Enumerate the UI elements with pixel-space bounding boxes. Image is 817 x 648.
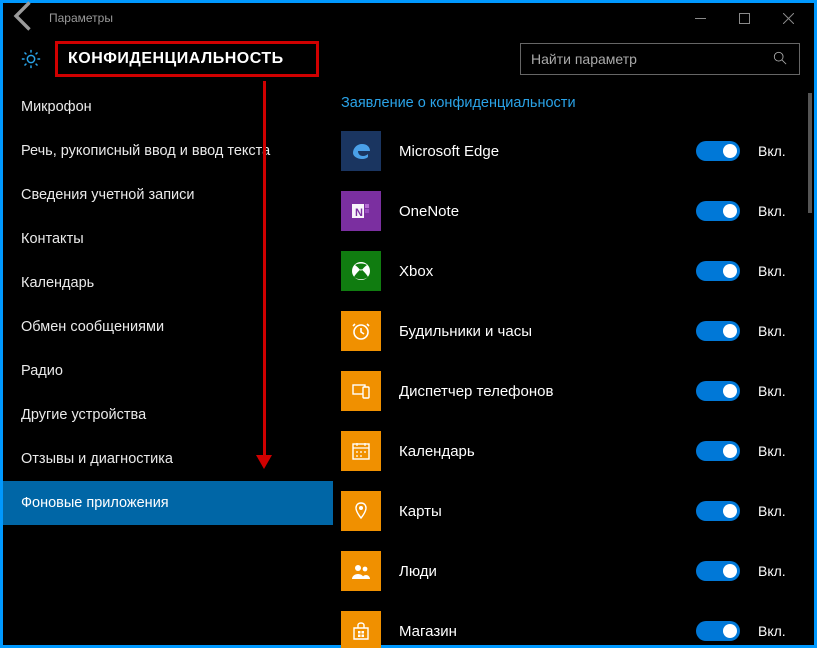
toggle-label: Вкл. xyxy=(758,503,798,519)
sidebar-item-label: Обмен сообщениями xyxy=(21,319,164,335)
sidebar-item-label: Сведения учетной записи xyxy=(21,187,195,203)
sidebar-item-radio[interactable]: Радио xyxy=(3,349,333,393)
toggle-switch[interactable] xyxy=(696,321,740,341)
app-name: Microsoft Edge xyxy=(399,143,678,160)
toggle-label: Вкл. xyxy=(758,563,798,579)
search-placeholder: Найти параметр xyxy=(531,51,773,67)
toggle-label: Вкл. xyxy=(758,203,798,219)
sidebar: Микрофон Речь, рукописный ввод и ввод те… xyxy=(3,85,333,645)
close-button[interactable] xyxy=(766,3,810,33)
sidebar-item-feedback[interactable]: Отзывы и диагностика xyxy=(3,437,333,481)
sidebar-item-account-info[interactable]: Сведения учетной записи xyxy=(3,173,333,217)
gear-icon xyxy=(17,45,45,73)
xbox-icon xyxy=(341,251,381,291)
sidebar-item-label: Отзывы и диагностика xyxy=(21,451,173,467)
edge-icon xyxy=(341,131,381,171)
toggle-switch[interactable] xyxy=(696,381,740,401)
app-row-xbox: Xbox Вкл. xyxy=(333,241,814,301)
scrollbar[interactable] xyxy=(808,93,812,213)
sidebar-item-calendar[interactable]: Календарь xyxy=(3,261,333,305)
sidebar-item-label: Микрофон xyxy=(21,99,92,115)
sidebar-item-label: Календарь xyxy=(21,275,94,291)
app-row-people: Люди Вкл. xyxy=(333,541,814,601)
body: Микрофон Речь, рукописный ввод и ввод те… xyxy=(3,85,814,645)
calendar-icon xyxy=(341,431,381,471)
search-icon xyxy=(773,51,789,68)
app-name: Диспетчер телефонов xyxy=(399,383,678,400)
sidebar-item-messaging[interactable]: Обмен сообщениями xyxy=(3,305,333,349)
toggle-switch[interactable] xyxy=(696,501,740,521)
app-name: Люди xyxy=(399,563,678,580)
toggle-switch[interactable] xyxy=(696,621,740,641)
sidebar-item-label: Другие устройства xyxy=(21,407,146,423)
toggle-label: Вкл. xyxy=(758,263,798,279)
app-name: Календарь xyxy=(399,443,678,460)
sidebar-item-microphone[interactable]: Микрофон xyxy=(3,85,333,129)
sidebar-item-label: Контакты xyxy=(21,231,84,247)
app-row-edge: Microsoft Edge Вкл. xyxy=(333,121,814,181)
toggle-switch[interactable] xyxy=(696,201,740,221)
app-row-calendar: Календарь Вкл. xyxy=(333,421,814,481)
toggle-label: Вкл. xyxy=(758,443,798,459)
sidebar-item-speech[interactable]: Речь, рукописный ввод и ввод текста xyxy=(3,129,333,173)
maps-icon xyxy=(341,491,381,531)
app-row-alarms: Будильники и часы Вкл. xyxy=(333,301,814,361)
titlebar: Параметры xyxy=(3,3,814,33)
toggle-label: Вкл. xyxy=(758,143,798,159)
alarms-icon xyxy=(341,311,381,351)
page-title: КОНФИДЕНЦИАЛЬНОСТЬ xyxy=(55,41,319,77)
sidebar-item-background-apps[interactable]: Фоновые приложения xyxy=(3,481,333,525)
app-name: OneNote xyxy=(399,203,678,220)
sidebar-item-other-devices[interactable]: Другие устройства xyxy=(3,393,333,437)
app-row-store: Магазин Вкл. xyxy=(333,601,814,648)
sidebar-item-contacts[interactable]: Контакты xyxy=(3,217,333,261)
onenote-icon: N xyxy=(341,191,381,231)
app-row-phone-companion: Диспетчер телефонов Вкл. xyxy=(333,361,814,421)
settings-window: Параметры КОНФИДЕНЦИАЛЬНОСТЬ Найти парам… xyxy=(0,0,817,648)
people-icon xyxy=(341,551,381,591)
app-name: Магазин xyxy=(399,623,678,640)
privacy-statement-link[interactable]: Заявление о конфиденциальности xyxy=(333,91,814,121)
phone-companion-icon xyxy=(341,371,381,411)
header: КОНФИДЕНЦИАЛЬНОСТЬ Найти параметр xyxy=(3,33,814,85)
toggle-switch[interactable] xyxy=(696,561,740,581)
maximize-button[interactable] xyxy=(722,3,766,33)
toggle-label: Вкл. xyxy=(758,383,798,399)
annotation-arrow xyxy=(263,81,266,459)
app-name: Будильники и часы xyxy=(399,323,678,340)
app-row-maps: Карты Вкл. xyxy=(333,481,814,541)
toggle-switch[interactable] xyxy=(696,141,740,161)
sidebar-item-label: Радио xyxy=(21,363,63,379)
main-panel: Заявление о конфиденциальности Microsoft… xyxy=(333,85,814,645)
toggle-switch[interactable] xyxy=(696,441,740,461)
app-name: Карты xyxy=(399,503,678,520)
annotation-arrow-head xyxy=(256,455,272,469)
sidebar-item-label: Фоновые приложения xyxy=(21,495,169,511)
toggle-label: Вкл. xyxy=(758,323,798,339)
app-name: Xbox xyxy=(399,263,678,280)
toggle-label: Вкл. xyxy=(758,623,798,639)
sidebar-item-label: Речь, рукописный ввод и ввод текста xyxy=(21,143,270,159)
minimize-button[interactable] xyxy=(678,3,722,33)
app-row-onenote: N OneNote Вкл. xyxy=(333,181,814,241)
search-input[interactable]: Найти параметр xyxy=(520,43,800,75)
store-icon xyxy=(341,611,381,648)
svg-text:N: N xyxy=(355,207,363,219)
toggle-switch[interactable] xyxy=(696,261,740,281)
window-title: Параметры xyxy=(43,11,113,25)
